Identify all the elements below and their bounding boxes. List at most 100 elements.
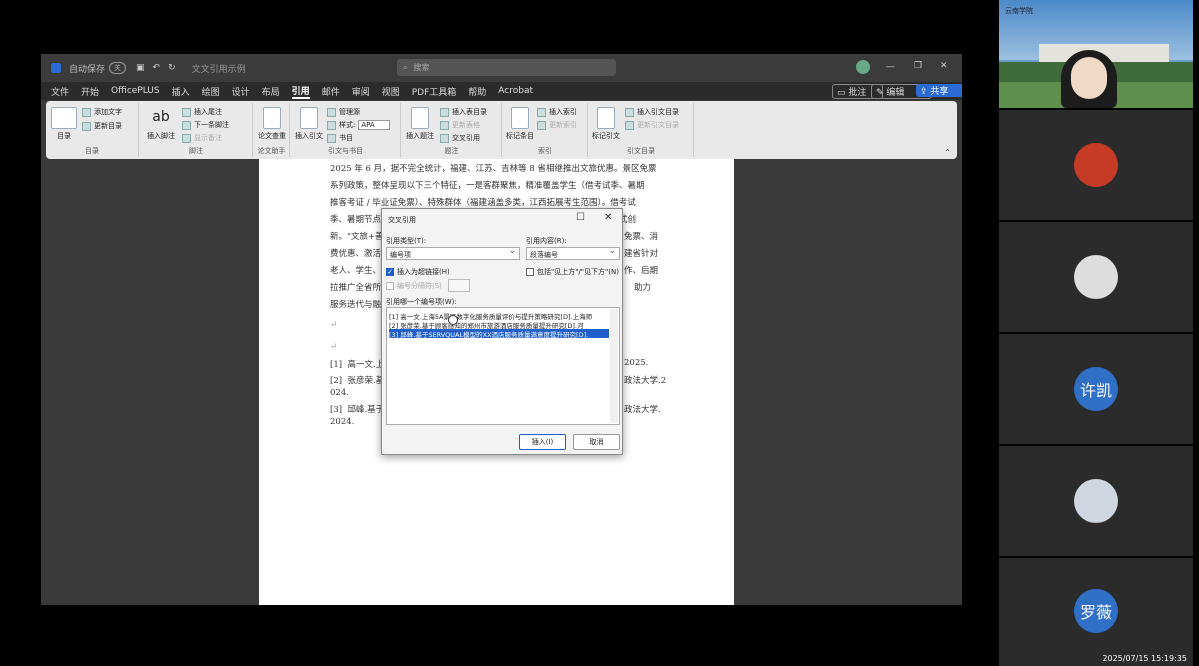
- insert-toa-button[interactable]: 插入引文目录: [625, 107, 679, 117]
- tab-pdf-toolbox[interactable]: PDF工具箱: [412, 85, 457, 98]
- tab-insert[interactable]: 插入: [172, 85, 190, 98]
- participant-tile[interactable]: 许凯: [999, 334, 1193, 444]
- numbered-items-list[interactable]: [1] 高一文.上海5A景区数字化服务质量评价与提升策略研究[D].上海师 [2…: [386, 307, 620, 425]
- share-button[interactable]: ⇪ 共享 ⌄: [916, 84, 962, 97]
- ref-content-select[interactable]: 段落编号: [526, 246, 620, 260]
- insert-toa-icon: [625, 107, 634, 117]
- paper-search-label: 论文查重: [258, 132, 286, 140]
- separate-numbers-checkbox[interactable]: 编号分隔符(S): [386, 281, 442, 291]
- cross-reference-dialog: 交叉引用 ☐ ✕ 引用类型(T): 编号项 引用内容(R): 段落编号 ✓插入为…: [381, 208, 623, 455]
- bibliography-label: 书目: [339, 134, 353, 142]
- insert-tof-icon: [440, 107, 449, 117]
- participant-tile[interactable]: [999, 222, 1193, 332]
- autosave-toggle[interactable]: 关: [109, 62, 127, 74]
- tab-layout[interactable]: 布局: [262, 85, 280, 98]
- dialog-maximize-icon[interactable]: ☐: [576, 212, 585, 223]
- insert-citation-button[interactable]: 插入引文: [293, 107, 325, 141]
- word-titlebar: 自动保存 关 ▣ ↶ ↻ 文文引用示例 ⌕ 搜索 — ❐ ✕: [41, 54, 962, 82]
- doc-fragment: 助力: [634, 283, 652, 293]
- insert-footnote-button[interactable]: ab 插入脚注: [144, 107, 178, 141]
- dialog-close-icon[interactable]: ✕: [604, 212, 612, 223]
- tab-home[interactable]: 开始: [81, 85, 99, 98]
- include-above-below-checkbox[interactable]: 包括"见上方"/"见下方"(N): [526, 267, 619, 277]
- list-item-selected[interactable]: [3] 邱峰.基于SERVQUAL模型的XX酒店服务质量满意度提升研究[D].: [389, 329, 609, 338]
- avatar: [1074, 479, 1118, 523]
- word-restore-icon[interactable]: ❐: [914, 61, 922, 71]
- participant-tile[interactable]: [999, 446, 1193, 556]
- update-toc-button[interactable]: 更新目录: [82, 121, 122, 131]
- tab-review[interactable]: 审阅: [352, 85, 370, 98]
- ref-type-select[interactable]: 编号项: [386, 246, 520, 260]
- share-label: 共享: [930, 87, 949, 97]
- participant-tile[interactable]: 罗薇: [999, 558, 1193, 666]
- manage-sources-button[interactable]: 管理源: [327, 107, 360, 117]
- redo-icon[interactable]: ↻: [168, 63, 176, 73]
- mark-citation-label: 标记引文: [592, 132, 620, 140]
- group-caption: 插入题注 插入表目录 更新表格 交叉引用 题注: [402, 103, 502, 157]
- tab-design[interactable]: 设计: [232, 85, 250, 98]
- style-select[interactable]: 样式: APA: [327, 120, 390, 130]
- toc-label: 目录: [57, 132, 71, 140]
- tab-acrobat[interactable]: Acrobat: [498, 86, 533, 96]
- doc-line: 推客考证 / 毕业证免票）、特殊群体（福建涵盖多类，江西拓展考生范围）。借考试: [330, 198, 636, 208]
- insert-index-button[interactable]: 插入索引: [537, 107, 577, 117]
- insert-caption-button[interactable]: 插入题注: [404, 107, 436, 141]
- insert-endnote-button[interactable]: 插入尾注: [182, 107, 222, 117]
- next-footnote-button[interactable]: 下一条脚注: [182, 120, 229, 130]
- cross-reference-button[interactable]: 交叉引用: [440, 133, 480, 143]
- mark-entry-icon: [511, 107, 529, 129]
- list-scrollbar[interactable]: [610, 309, 618, 423]
- insert-hyperlink-checkbox[interactable]: ✓ 插入为超链接(H): [386, 267, 450, 277]
- add-text-button[interactable]: 添加文字: [82, 107, 122, 117]
- add-text-icon: [82, 107, 91, 117]
- update-index-button[interactable]: 更新索引: [537, 120, 577, 130]
- separator-input[interactable]: [448, 279, 470, 292]
- manage-sources-icon: [327, 107, 336, 117]
- mark-entry-button[interactable]: 标记条目: [505, 107, 535, 141]
- undo-icon[interactable]: ↶: [153, 63, 161, 73]
- tab-references[interactable]: 引用: [291, 84, 310, 99]
- cross-reference-label: 交叉引用: [452, 134, 480, 142]
- list-item[interactable]: [1] 高一文.上海5A景区数字化服务质量评价与提升策略研究[D].上海师: [389, 311, 609, 320]
- doc-line: 费优惠、激活: [330, 249, 382, 259]
- insert-tof-button[interactable]: 插入表目录: [440, 107, 487, 117]
- ribbon-collapse-icon[interactable]: ⌃: [944, 148, 951, 157]
- update-toc-label: 更新目录: [94, 122, 122, 130]
- word-minimize-icon[interactable]: —: [886, 62, 895, 72]
- show-notes-button[interactable]: 显示备注: [182, 133, 222, 143]
- next-footnote-icon: [182, 120, 191, 130]
- avatar: [1074, 255, 1118, 299]
- tab-mailings[interactable]: 邮件: [322, 85, 340, 98]
- group-footnote: ab 插入脚注 插入尾注 下一条脚注 显示备注 脚注: [140, 103, 253, 157]
- save-icon[interactable]: ▣: [136, 63, 145, 73]
- insert-caption-icon: [411, 107, 429, 129]
- bibliography-button[interactable]: 书目: [327, 133, 353, 143]
- search-box[interactable]: ⌕ 搜索: [397, 59, 616, 76]
- list-item[interactable]: [2] 张彦荣.基于顾客感知的郑州市旅游酒店服务质量提升研究[D].河: [389, 320, 609, 329]
- ref-text: 邱峰.基于: [347, 405, 385, 415]
- insert-button[interactable]: 插入(I): [519, 434, 566, 450]
- update-toa-button[interactable]: 更新引文目录: [625, 120, 679, 130]
- manage-sources-label: 管理源: [339, 108, 360, 116]
- mark-citation-button[interactable]: 标记引文: [591, 107, 621, 141]
- cancel-button[interactable]: 取消: [573, 434, 620, 450]
- ref-num: [1]: [330, 360, 343, 370]
- copilot-icon[interactable]: [856, 60, 870, 74]
- word-close-icon[interactable]: ✕: [940, 61, 948, 71]
- tab-help[interactable]: 帮助: [468, 85, 486, 98]
- tab-officeplus[interactable]: OfficePLUS: [111, 86, 160, 96]
- insert-endnote-label: 插入尾注: [194, 108, 222, 116]
- tab-view[interactable]: 视图: [382, 85, 400, 98]
- video-tile[interactable]: 云南学院: [999, 0, 1193, 108]
- paper-search-button[interactable]: 论文查重: [256, 107, 288, 141]
- toc-button[interactable]: 目录: [50, 107, 78, 141]
- tab-file[interactable]: 文件: [51, 85, 69, 98]
- update-table-button[interactable]: 更新表格: [440, 120, 480, 130]
- edit-label: 编辑: [886, 88, 905, 98]
- doc-line: 新。"文旅+善: [330, 232, 384, 242]
- insert-toa-label: 插入引文目录: [637, 108, 679, 116]
- tab-draw[interactable]: 绘图: [202, 85, 220, 98]
- meeting-window: — ☐ ✕ 自动保存 关 ▣ ↶ ↻ 文文引用示例 ⌕ 搜索 — ❐ ✕ 文件 …: [0, 0, 1199, 666]
- participant-tile[interactable]: [999, 110, 1193, 220]
- avatar-xukai: 许凯: [1074, 367, 1118, 411]
